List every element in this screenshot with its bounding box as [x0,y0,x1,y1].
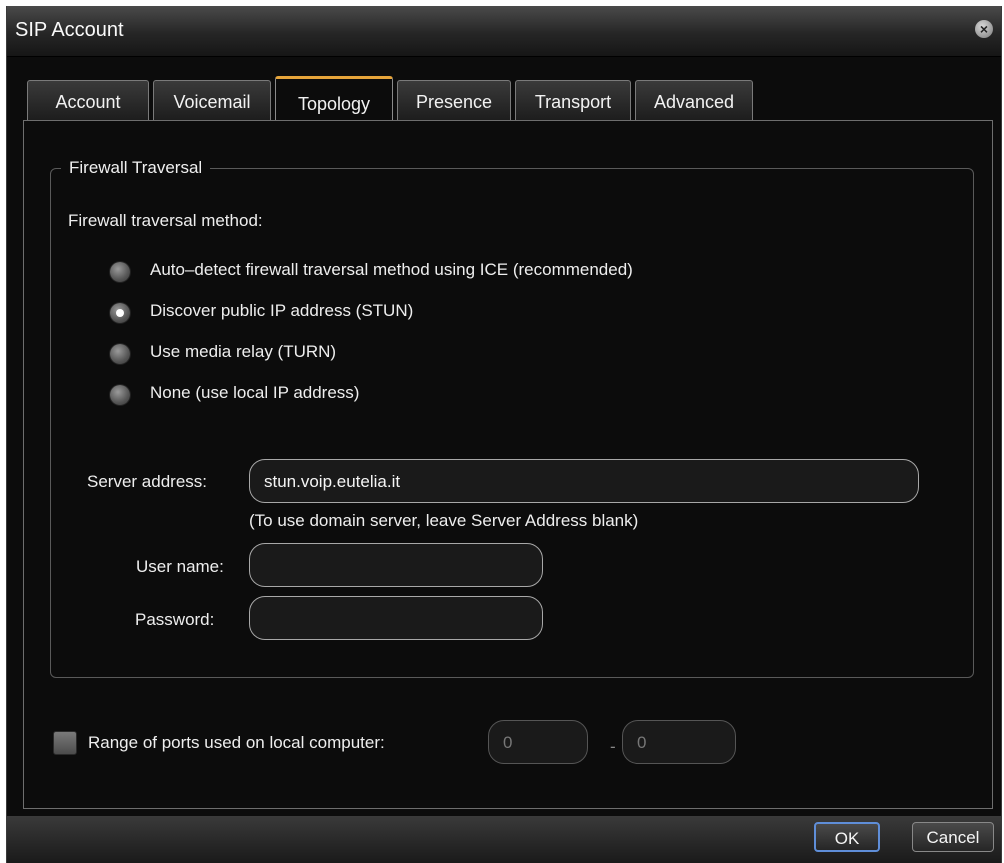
title-bar[interactable]: SIP Account × [7,6,1001,57]
radio-ice[interactable] [110,262,130,282]
radio-turn-label[interactable]: Use media relay (TURN) [150,342,336,362]
close-icon[interactable]: × [975,20,993,38]
topology-panel: Firewall Traversal Firewall traversal me… [23,120,993,809]
radio-stun[interactable] [110,303,130,323]
server-address-label: Server address: [87,472,207,491]
radio-stun-label[interactable]: Discover public IP address (STUN) [150,301,413,321]
sip-account-dialog: SIP Account × Account Voicemail Topology… [6,6,1002,863]
tab-advanced[interactable]: Advanced [635,80,753,120]
cancel-button[interactable]: Cancel [912,822,994,852]
radio-turn[interactable] [110,344,130,364]
traversal-method-label: Firewall traversal method: [68,211,263,230]
dialog-footer: OK Cancel [7,816,1001,863]
radio-none-label[interactable]: None (use local IP address) [150,383,359,403]
ok-button[interactable]: OK [814,822,880,852]
radio-ice-label[interactable]: Auto–detect firewall traversal method us… [150,260,633,280]
radio-none[interactable] [110,385,130,405]
username-label: User name: [136,557,224,576]
password-label: Password: [135,610,215,629]
port-from-input[interactable]: 0 [488,720,588,764]
username-input[interactable] [249,543,543,587]
firewall-traversal-legend: Firewall Traversal [69,158,203,177]
tab-transport[interactable]: Transport [515,80,631,120]
port-range-checkbox[interactable] [53,731,77,755]
password-input[interactable] [249,596,543,640]
server-address-hint: (To use domain server, leave Server Addr… [249,511,639,530]
tab-account[interactable]: Account [27,80,149,120]
port-range-separator: - [610,737,616,756]
port-to-input[interactable]: 0 [622,720,736,764]
server-address-input[interactable]: stun.voip.eutelia.it [249,459,919,503]
firewall-traversal-group: Firewall Traversal Firewall traversal me… [50,158,974,678]
tab-presence[interactable]: Presence [397,80,511,120]
tab-voicemail[interactable]: Voicemail [153,80,271,120]
tab-topology[interactable]: Topology [275,76,393,122]
port-range-label: Range of ports used on local computer: [88,733,385,752]
window-title: SIP Account [15,19,124,41]
